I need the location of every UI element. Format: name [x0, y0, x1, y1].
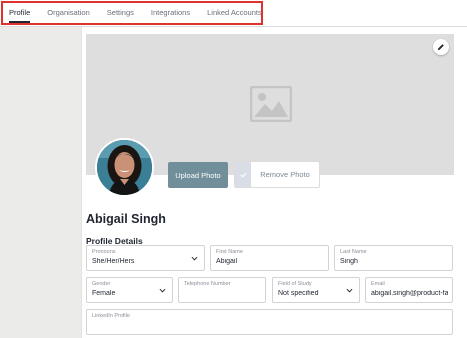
avatar[interactable] — [95, 138, 154, 197]
remove-photo-button[interactable]: Remove Photo — [234, 161, 320, 188]
pencil-icon — [437, 44, 444, 51]
pronouns-select[interactable]: Pronouns She/Her/Hers — [86, 245, 205, 271]
field-of-study-value: Not specified — [278, 290, 319, 297]
chevron-down-icon — [159, 288, 166, 293]
profile-card: Upload Photo Remove Photo Abigail Singh … — [81, 27, 467, 338]
tab-settings[interactable]: Settings — [107, 2, 134, 24]
field-of-study-label: Field of Study — [278, 281, 312, 287]
upload-photo-button[interactable]: Upload Photo — [168, 162, 228, 188]
gender-value: Female — [92, 290, 116, 297]
edit-cover-button[interactable] — [433, 39, 449, 55]
tab-list: Profile Organisation Settings Integratio… — [1, 1, 263, 25]
email-value: abigail.singh@product-fa — [371, 290, 448, 297]
last-name-value: Singh — [340, 258, 358, 265]
email-label: Email — [371, 281, 385, 287]
profile-name: Abigail Singh — [86, 212, 166, 226]
pronouns-label: Pronouns — [92, 249, 116, 255]
chevron-down-icon — [191, 256, 198, 261]
tab-linked-accounts[interactable]: Linked Accounts — [207, 2, 262, 24]
first-name-label: First Name — [216, 249, 243, 255]
last-name-field[interactable]: Last Name Singh — [334, 245, 453, 271]
tab-integrations[interactable]: Integrations — [151, 2, 190, 24]
chevron-down-icon — [346, 288, 353, 293]
last-name-label: Last Name — [340, 249, 367, 255]
telephone-label: Telephone Number — [184, 281, 231, 287]
top-navigation-bar: Profile Organisation Settings Integratio… — [0, 0, 467, 27]
first-name-value: Abigail — [216, 258, 238, 265]
tab-profile[interactable]: Profile — [9, 2, 31, 24]
remove-check-area — [235, 162, 251, 187]
field-of-study-select[interactable]: Field of Study Not specified — [272, 277, 360, 303]
email-field[interactable]: Email abigail.singh@product-fa — [365, 277, 453, 303]
linkedin-label: LinkedIn Profile — [92, 313, 130, 319]
check-icon — [239, 172, 247, 178]
telephone-field[interactable]: Telephone Number — [178, 277, 266, 303]
first-name-field[interactable]: First Name Abigail — [210, 245, 329, 271]
pronouns-value: She/Her/Hers — [92, 258, 135, 265]
avatar-photo — [97, 140, 152, 195]
image-placeholder-icon — [250, 86, 292, 122]
linkedin-field[interactable]: LinkedIn Profile — [86, 309, 453, 335]
remove-photo-label: Remove Photo — [260, 170, 310, 179]
tab-organisation[interactable]: Organisation — [47, 2, 90, 24]
gender-select[interactable]: Gender Female — [86, 277, 173, 303]
gender-label: Gender — [92, 281, 111, 287]
